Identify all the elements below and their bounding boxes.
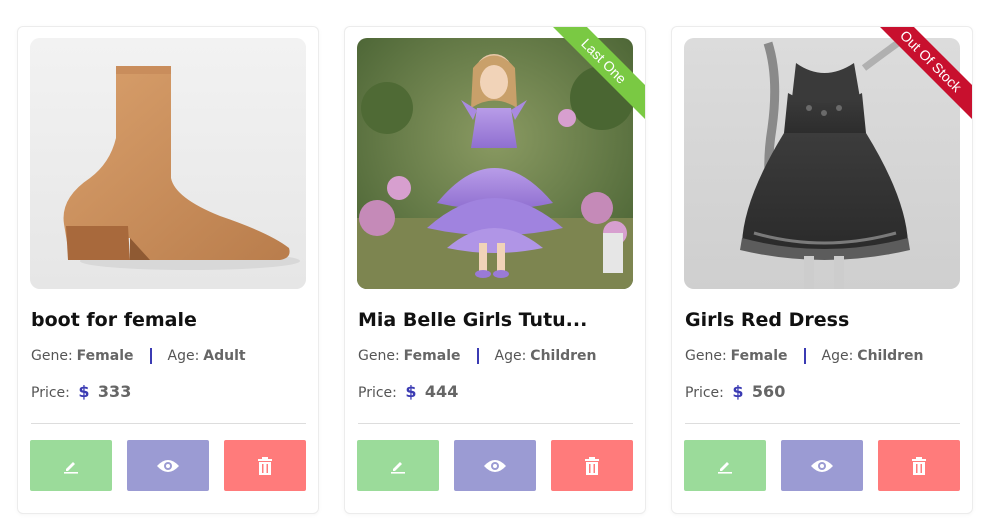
- price-label: Price:: [685, 385, 724, 401]
- age-label: Age:: [167, 348, 200, 364]
- age-value: Children: [857, 348, 924, 364]
- product-price: Price: $ 560: [685, 382, 961, 401]
- product-title[interactable]: Mia Belle Girls Tutu...: [358, 309, 634, 331]
- gene-label: Gene:: [358, 348, 400, 364]
- gene-value: Female: [403, 348, 461, 364]
- currency-symbol: $: [78, 382, 90, 401]
- price-label: Price:: [358, 385, 397, 401]
- view-button[interactable]: [781, 440, 863, 491]
- product-card: Out Of Stock Girls Red Dress Gene: Femal…: [671, 26, 973, 514]
- currency-symbol: $: [405, 382, 417, 401]
- meta-separator: [476, 348, 479, 364]
- product-meta: Gene: Female Age: Adult: [31, 348, 307, 364]
- pencil-icon: [64, 461, 78, 474]
- age-label: Age:: [821, 348, 854, 364]
- pencil-icon: [391, 461, 405, 474]
- gene-label: Gene:: [31, 348, 73, 364]
- edit-button[interactable]: [684, 440, 766, 491]
- delete-button[interactable]: [551, 440, 633, 491]
- age-value: Children: [530, 348, 597, 364]
- product-title[interactable]: boot for female: [31, 309, 307, 331]
- product-image-tutu[interactable]: [357, 38, 633, 289]
- product-title[interactable]: Girls Red Dress: [685, 309, 961, 331]
- meta-separator: [149, 348, 152, 364]
- product-price: Price: $ 444: [358, 382, 634, 401]
- divider: [685, 423, 960, 424]
- price-value: 560: [751, 382, 786, 401]
- card-actions: [684, 440, 960, 491]
- price-label: Price:: [31, 385, 70, 401]
- gene-value: Female: [76, 348, 134, 364]
- product-image-boot[interactable]: [30, 38, 306, 289]
- age-label: Age:: [494, 348, 527, 364]
- price-value: 333: [97, 382, 132, 401]
- eye-icon: [811, 459, 833, 472]
- trash-icon: [258, 456, 272, 475]
- age-value: Adult: [203, 348, 246, 364]
- divider: [358, 423, 633, 424]
- trash-icon: [912, 456, 926, 475]
- product-meta: Gene: Female Age: Children: [358, 348, 634, 364]
- gene-value: Female: [730, 348, 788, 364]
- product-price: Price: $ 333: [31, 382, 307, 401]
- price-value: 444: [424, 382, 459, 401]
- delete-button[interactable]: [878, 440, 960, 491]
- card-actions: [30, 440, 306, 491]
- meta-separator: [803, 348, 806, 364]
- tutu-dress-image: [357, 38, 633, 289]
- product-card: boot for female Gene: Female Age: Adult …: [17, 26, 319, 514]
- divider: [31, 423, 306, 424]
- edit-button[interactable]: [357, 440, 439, 491]
- eye-icon: [484, 459, 506, 472]
- trash-icon: [585, 456, 599, 475]
- edit-button[interactable]: [30, 440, 112, 491]
- pencil-icon: [718, 461, 732, 474]
- product-card: Last One Mia Belle Girls Tutu... Gene: F…: [344, 26, 646, 514]
- view-button[interactable]: [127, 440, 209, 491]
- dress-image: [684, 38, 960, 289]
- product-grid: boot for female Gene: Female Age: Adult …: [17, 26, 973, 514]
- boot-image: [30, 38, 306, 289]
- currency-symbol: $: [732, 382, 744, 401]
- view-button[interactable]: [454, 440, 536, 491]
- gene-label: Gene:: [685, 348, 727, 364]
- delete-button[interactable]: [224, 440, 306, 491]
- card-actions: [357, 440, 633, 491]
- product-image-dress[interactable]: [684, 38, 960, 289]
- product-meta: Gene: Female Age: Children: [685, 348, 961, 364]
- eye-icon: [157, 459, 179, 472]
